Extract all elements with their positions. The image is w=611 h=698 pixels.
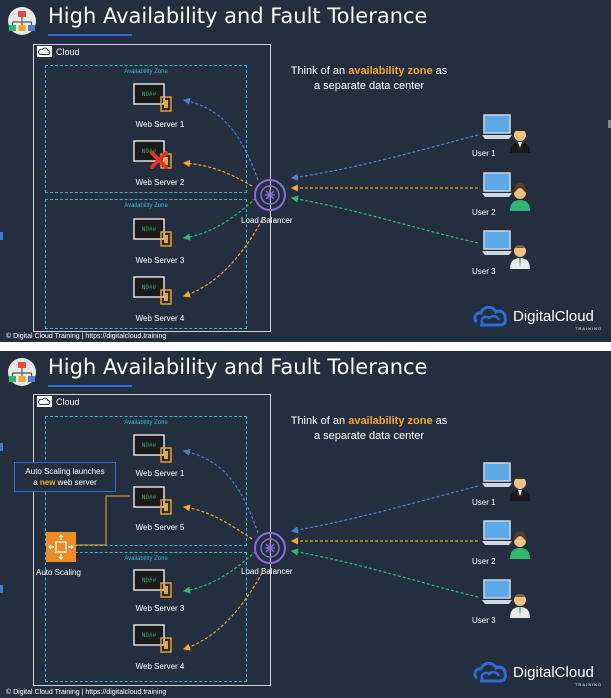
brand-subtitle: TRAINING	[575, 682, 603, 687]
web-server-label: Web Server 3	[135, 256, 185, 265]
load-balancer-icon	[254, 532, 286, 564]
web-server-icon: N0##	[133, 569, 172, 598]
callout-highlight: new	[39, 478, 56, 487]
web-server-icon: N0##	[133, 218, 172, 247]
note-text: a separate data center	[313, 430, 425, 442]
edge-marker	[0, 232, 3, 240]
edge-marker	[0, 443, 3, 451]
user-label: User 2	[472, 208, 496, 217]
slide-2: High Availability and Fault Tolerance Cl…	[0, 351, 611, 698]
availability-zone-note: Think of an availability zone as a separ…	[269, 414, 469, 444]
user-laptop-icon	[482, 462, 530, 501]
footer-copyright: © Digital Cloud Training | https://digit…	[6, 333, 167, 340]
brand-name: DigitalCloud	[513, 308, 594, 325]
web-server-icon: N0##	[133, 83, 172, 112]
cloud-logo-icon	[473, 662, 507, 683]
user-label: User 1	[472, 149, 496, 158]
user-laptop-icon	[482, 520, 530, 559]
brand-logo: DigitalCloud TRAINING	[471, 304, 601, 332]
note-text: a separate data center	[313, 80, 425, 92]
brand-name: DigitalCloud	[513, 664, 594, 681]
user-label: User 3	[472, 267, 496, 276]
brand-subtitle: TRAINING	[575, 326, 603, 331]
svg-text:N0##: N0##	[142, 284, 157, 291]
edge-marker	[0, 585, 3, 593]
auto-scaling-icon	[46, 532, 76, 562]
web-server-label: Web Server 2	[135, 178, 185, 187]
note-highlight: availability zone	[348, 65, 433, 77]
note-text: Think of an	[290, 65, 349, 77]
web-server-icon: N0##	[133, 486, 172, 515]
web-server-icon: N0##	[133, 434, 172, 463]
failure-x-icon	[150, 151, 168, 169]
note-highlight: availability zone	[348, 415, 433, 427]
note-text: Think of an	[290, 415, 349, 427]
web-server-label: Web Server 3	[135, 604, 185, 613]
web-server-label: Web Server 1	[135, 120, 185, 129]
web-server-icon: N0##	[133, 276, 172, 305]
callout-text: a	[33, 478, 40, 487]
web-server-label: Web Server 1	[135, 469, 185, 478]
footer-copyright: © Digital Cloud Training | https://digit…	[6, 689, 167, 696]
web-server-label: Web Server 5	[135, 523, 185, 532]
web-server-label: Web Server 4	[135, 314, 185, 323]
note-text: as	[432, 415, 448, 427]
svg-text:N0##: N0##	[142, 494, 157, 501]
user-laptop-icon	[482, 172, 530, 211]
slide-1: High Availability and Fault Tolerance Cl…	[0, 0, 611, 342]
user-label: User 3	[472, 616, 496, 625]
availability-zone-note: Think of an availability zone as a separ…	[269, 64, 469, 94]
user-label: User 2	[472, 557, 496, 566]
svg-text:N0##: N0##	[142, 442, 157, 449]
user-label: User 1	[472, 498, 496, 507]
web-server-label: Web Server 4	[135, 662, 185, 671]
load-balancer-label: Load Balancer	[241, 567, 293, 576]
callout-text: Auto Scaling launches	[25, 467, 105, 476]
user-laptop-icon	[482, 579, 530, 618]
cloud-logo-icon	[473, 306, 507, 327]
svg-text:N0##: N0##	[142, 632, 157, 639]
user-laptop-icon	[482, 230, 530, 269]
svg-text:N0##: N0##	[142, 226, 157, 233]
callout-text: web server	[55, 478, 97, 487]
load-balancer-icon	[254, 179, 286, 211]
note-text: as	[432, 65, 448, 77]
svg-text:N0##: N0##	[142, 91, 157, 98]
web-server-icon: N0##	[133, 624, 172, 653]
load-balancer-label: Load Balancer	[241, 216, 293, 225]
auto-scaling-label: Auto Scaling	[36, 568, 81, 577]
brand-logo: DigitalCloud TRAINING	[471, 660, 601, 688]
auto-scaling-callout: Auto Scaling launches a new web server	[14, 462, 116, 492]
svg-text:N0##: N0##	[142, 577, 157, 584]
